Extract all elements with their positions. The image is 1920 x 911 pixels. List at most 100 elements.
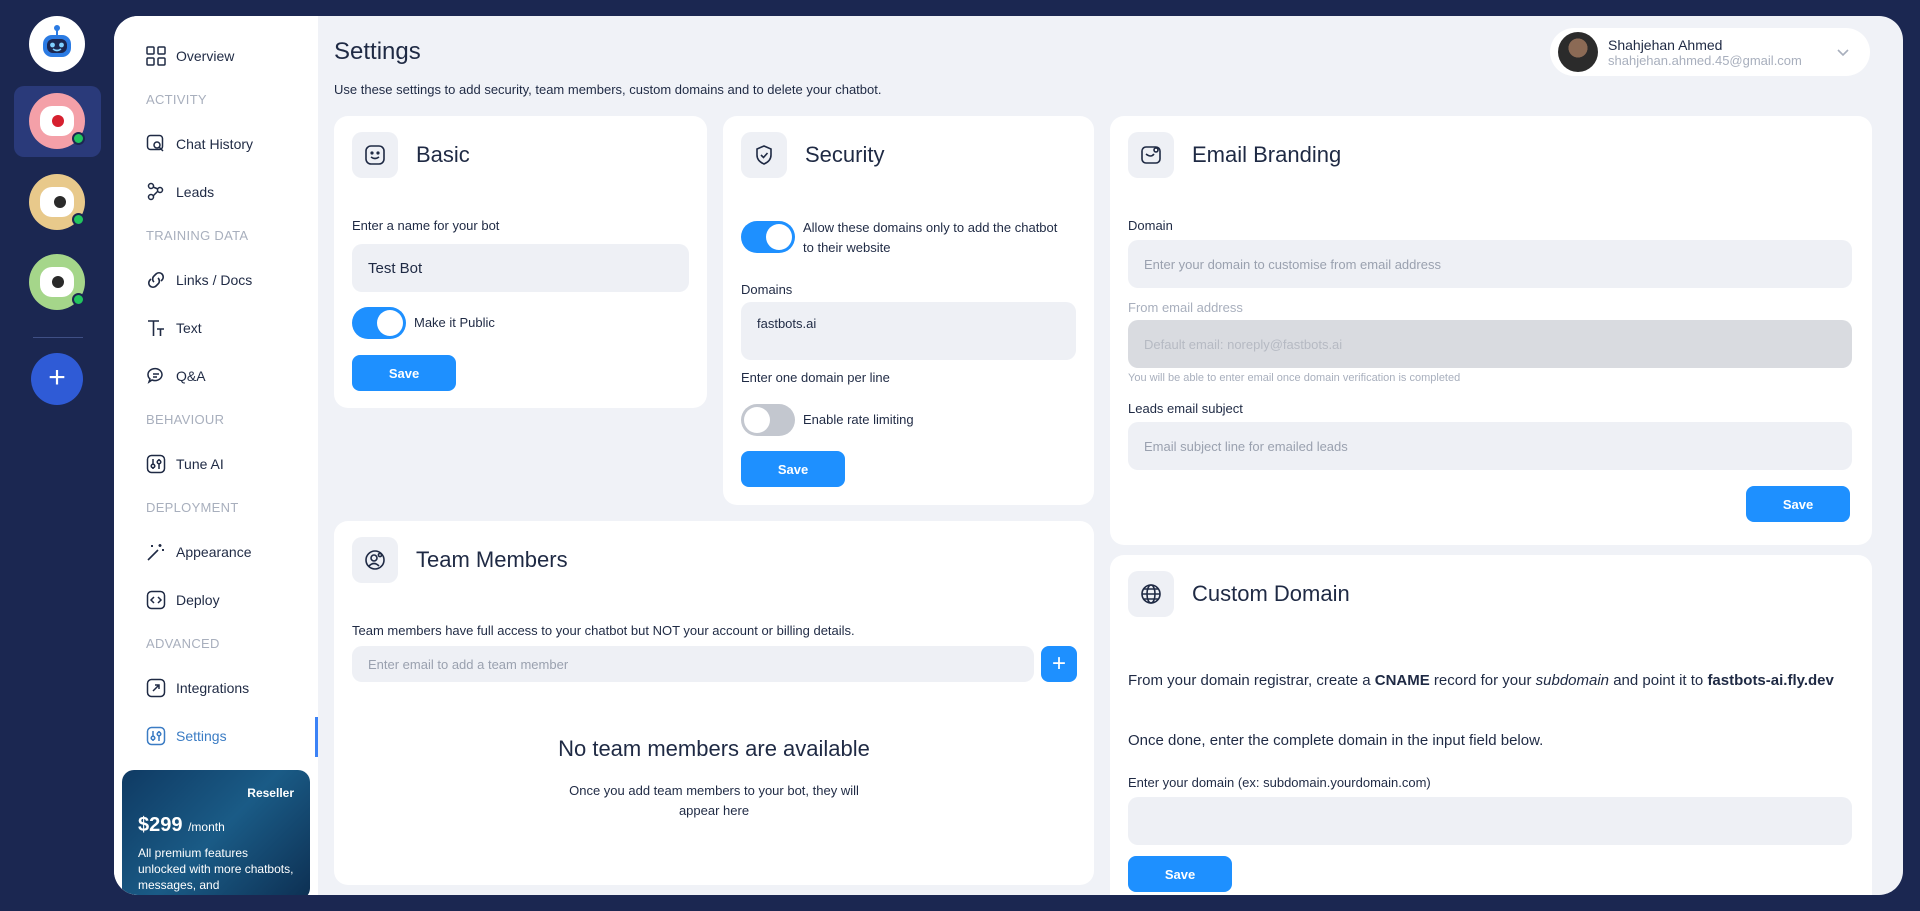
card-title: Email Branding xyxy=(1192,142,1342,167)
page-subtitle: Use these settings to add security, team… xyxy=(334,82,882,97)
rate-limiting-label: Enable rate limiting xyxy=(803,412,914,427)
active-indicator xyxy=(315,717,318,757)
sidebar-item-label: Tune AI xyxy=(176,456,224,472)
sidebar: Overview ACTIVITY Chat History Leads TRA… xyxy=(114,16,318,895)
add-bot-button[interactable]: + xyxy=(31,353,83,405)
sidebar-item-label: Settings xyxy=(176,728,227,744)
domains-textarea[interactable]: fastbots.ai xyxy=(741,302,1076,360)
promo-description: All premium features unlocked with more … xyxy=(138,846,294,892)
domains-label: Domains xyxy=(741,282,793,297)
save-button[interactable]: Save xyxy=(352,355,456,391)
rail-divider xyxy=(33,337,83,338)
domain-instructions: Once done, enter the complete domain in … xyxy=(1128,732,1544,749)
bot-name-label: Enter a name for your bot xyxy=(352,218,500,233)
sidebar-item-deploy[interactable]: Deploy xyxy=(146,590,220,610)
security-card: Security Allow these domains only to add… xyxy=(723,116,1094,505)
app-logo[interactable] xyxy=(29,16,85,72)
sidebar-item-settings[interactable]: Settings xyxy=(146,726,227,746)
sidebar-item-chat-history[interactable]: Chat History xyxy=(146,134,253,154)
bot-avatar-3[interactable] xyxy=(29,254,85,310)
external-link-icon xyxy=(146,678,166,698)
code-icon xyxy=(146,590,166,610)
user-icon xyxy=(352,537,398,583)
online-status-icon xyxy=(72,213,85,226)
custom-domain-input[interactable] xyxy=(1128,797,1852,845)
section-activity: ACTIVITY xyxy=(146,92,207,107)
settings-sliders-icon xyxy=(146,726,166,746)
chat-search-icon xyxy=(146,134,166,154)
sidebar-item-label: Deploy xyxy=(176,592,220,608)
sidebar-item-text[interactable]: Text xyxy=(146,318,202,338)
smiley-icon xyxy=(352,132,398,178)
plus-icon: + xyxy=(1051,650,1066,677)
plus-icon: + xyxy=(48,361,66,394)
from-email-label: From email address xyxy=(1128,300,1243,315)
link-icon xyxy=(146,270,166,290)
sidebar-item-label: Leads xyxy=(176,184,215,200)
magic-wand-icon xyxy=(146,542,166,562)
branding-domain-input[interactable] xyxy=(1128,240,1852,288)
section-training-data: TRAINING DATA xyxy=(146,228,249,243)
page-title: Settings xyxy=(334,38,421,65)
section-deployment: DEPLOYMENT xyxy=(146,500,239,515)
make-public-label: Make it Public xyxy=(414,315,495,330)
sidebar-item-links-docs[interactable]: Links / Docs xyxy=(146,270,252,290)
bot-name-input[interactable] xyxy=(352,244,689,292)
custom-domain-label: Enter your domain (ex: subdomain.yourdom… xyxy=(1128,775,1431,790)
promo-price: $299 /month xyxy=(138,814,225,836)
sidebar-item-label: Overview xyxy=(176,48,235,64)
sidebar-item-leads[interactable]: Leads xyxy=(146,182,214,202)
grid-icon xyxy=(146,46,166,66)
team-email-input[interactable] xyxy=(352,646,1034,682)
online-status-icon xyxy=(72,132,85,145)
section-behaviour: BEHAVIOUR xyxy=(146,412,225,427)
promo-badge: Reseller xyxy=(247,786,294,800)
user-menu[interactable]: Shahjehan Ahmed shahjehan.ahmed.45@gmail… xyxy=(1550,28,1870,76)
reseller-promo-card[interactable]: Reseller $299 /month All premium feature… xyxy=(122,770,310,895)
sidebar-item-label: Integrations xyxy=(176,680,250,696)
globe-icon xyxy=(1128,571,1174,617)
sidebar-item-overview[interactable]: Overview xyxy=(146,46,234,66)
sidebar-item-label: Text xyxy=(176,320,202,336)
main-window: Overview ACTIVITY Chat History Leads TRA… xyxy=(114,16,1903,895)
domains-hint: Enter one domain per line xyxy=(741,370,890,385)
user-name: Shahjehan Ahmed xyxy=(1608,36,1723,53)
sidebar-item-integrations[interactable]: Integrations xyxy=(146,678,249,698)
chevron-down-icon xyxy=(1837,49,1849,57)
allowed-domains-toggle[interactable] xyxy=(741,221,795,253)
save-button[interactable]: Save xyxy=(741,451,845,487)
leads-icon xyxy=(146,182,166,202)
chat-bubbles-icon xyxy=(146,366,166,386)
cname-instructions: From your domain registrar, create a CNA… xyxy=(1128,672,1834,689)
empty-state-description: Once you add team members to your bot, t… xyxy=(569,783,859,818)
card-title: Basic xyxy=(416,142,470,167)
leads-subject-label: Leads email subject xyxy=(1128,401,1243,416)
sidebar-item-tune-ai[interactable]: Tune AI xyxy=(146,454,224,474)
empty-state-title: No team members are available xyxy=(558,736,870,761)
shield-icon xyxy=(741,132,787,178)
bot-avatar-2[interactable] xyxy=(29,174,85,230)
team-members-card: Team Members Team members have full acce… xyxy=(334,521,1094,885)
avatar xyxy=(1558,32,1598,72)
bot-avatar-1[interactable] xyxy=(29,93,85,149)
card-title: Team Members xyxy=(416,547,568,572)
add-team-member-button[interactable]: + xyxy=(1041,646,1077,682)
make-public-toggle[interactable] xyxy=(352,307,406,339)
domain-label: Domain xyxy=(1128,218,1173,233)
rate-limiting-toggle[interactable] xyxy=(741,404,795,436)
sidebar-item-label: Chat History xyxy=(176,136,254,152)
leads-subject-input[interactable] xyxy=(1128,422,1852,470)
online-status-icon xyxy=(72,293,85,306)
card-title: Security xyxy=(805,142,885,167)
sidebar-item-qa[interactable]: Q&A xyxy=(146,366,206,386)
sidebar-item-label: Q&A xyxy=(176,368,206,384)
from-email-input xyxy=(1128,320,1852,368)
save-button[interactable]: Save xyxy=(1746,486,1850,522)
allowed-domains-label: Allow these domains only to add the chat… xyxy=(803,220,1058,255)
sliders-icon xyxy=(146,454,166,474)
from-email-hint: You will be able to enter email once dom… xyxy=(1128,372,1461,384)
sidebar-item-appearance[interactable]: Appearance xyxy=(146,542,252,562)
sidebar-item-label: Links / Docs xyxy=(176,272,253,288)
basic-card: Basic Enter a name for your bot Make it … xyxy=(334,116,707,408)
save-button[interactable]: Save xyxy=(1128,856,1232,892)
